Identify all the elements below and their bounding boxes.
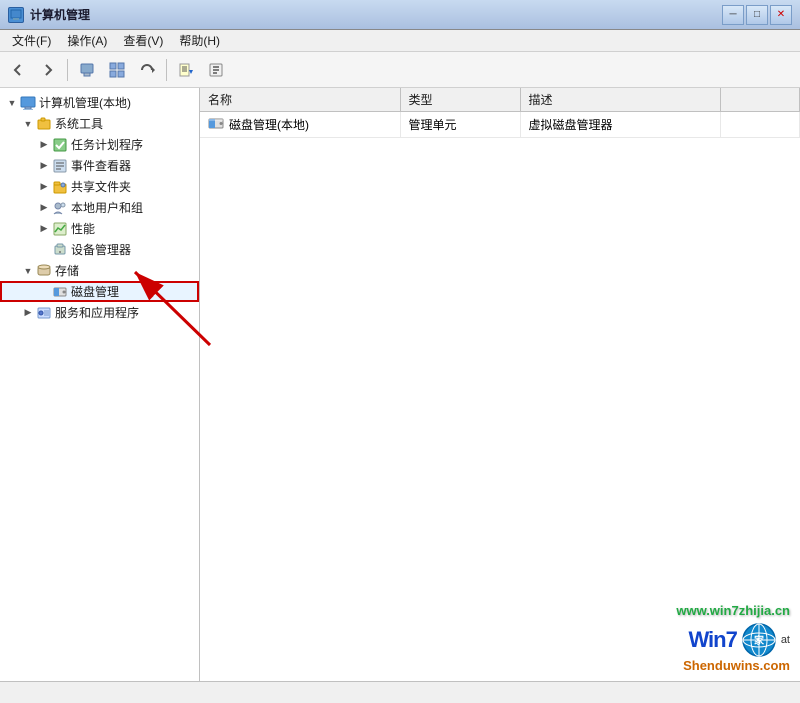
systemtools-label: 系统工具 [55,115,103,132]
window-title: 计算机管理 [30,6,90,23]
event-icon [52,158,68,174]
col-name: 名称 [200,88,400,112]
col-desc: 描述 [520,88,720,112]
cell-desc: 虚拟磁盘管理器 [520,112,720,138]
tree-node-performance[interactable]: ▶ 性能 [0,218,199,239]
tree-node-services[interactable]: ▶ 服务和应用程序 [0,302,199,323]
cell-name: 磁盘管理(本地) [200,112,400,138]
computer-icon [20,95,36,111]
expand-users[interactable]: ▶ [36,200,52,216]
expand-systemtools[interactable]: ▼ [20,116,36,132]
menu-bar: 文件(F) 操作(A) 查看(V) 帮助(H) [0,30,800,52]
diskmgmt-label: 磁盘管理 [71,283,119,300]
menu-help[interactable]: 帮助(H) [171,30,228,51]
close-button[interactable]: ✕ [770,5,792,25]
tree-node-diskmgmt[interactable]: 磁盘管理 [0,281,199,302]
expand-services[interactable]: ▶ [20,305,36,321]
toolbar [0,52,800,88]
toolbar-separator-1 [67,59,68,81]
app-icon [8,7,24,23]
tree-node-devicemanager[interactable]: 设备管理器 [0,239,199,260]
detail-table: 名称 类型 描述 [200,88,800,138]
storage-icon [36,263,52,279]
col-extra [720,88,800,112]
forward-button[interactable] [34,56,62,84]
tools-icon [36,116,52,132]
status-bar [0,681,800,703]
task-icon [52,137,68,153]
storage-label: 存储 [55,262,79,279]
maximize-button[interactable]: □ [746,5,768,25]
row-disk-icon [208,117,224,133]
perf-icon [52,221,68,237]
disk-mgmt-icon [52,284,68,300]
refresh-button[interactable] [133,56,161,84]
tree-node-sharedfolder[interactable]: ▶ 共享文件夹 [0,176,199,197]
table-header-row: 名称 类型 描述 [200,88,800,112]
tree-node-storage[interactable]: ▼ 存储 [0,260,199,281]
cell-type: 管理单元 [400,112,520,138]
properties-button[interactable] [202,56,230,84]
taskscheduler-label: 任务计划程序 [71,136,143,153]
tree-node-root[interactable]: ▼ 计算机管理(本地) [0,92,199,113]
row-name-text: 磁盘管理(本地) [229,116,309,133]
sharedfolder-label: 共享文件夹 [71,178,131,195]
tree-node-taskscheduler[interactable]: ▶ 任务计划程序 [0,134,199,155]
service-icon [36,305,52,321]
detail-panel: 名称 类型 描述 [200,88,800,681]
tree-node-localusers[interactable]: ▶ 本地用户和组 [0,197,199,218]
show-hide-button[interactable] [103,56,131,84]
share-icon [52,179,68,195]
main-container: ▼ 计算机管理(本地) ▼ [0,88,800,681]
device-icon [52,242,68,258]
expand-task[interactable]: ▶ [36,137,52,153]
root-label: 计算机管理(本地) [39,94,131,111]
menu-view[interactable]: 查看(V) [115,30,171,51]
up-button[interactable] [73,56,101,84]
cell-extra [720,112,800,138]
expand-root[interactable]: ▼ [4,95,20,111]
devicemanager-label: 设备管理器 [71,241,131,258]
expand-perf[interactable]: ▶ [36,221,52,237]
col-type: 类型 [400,88,520,112]
minimize-button[interactable]: ─ [722,5,744,25]
expand-event[interactable]: ▶ [36,158,52,174]
eventviewer-label: 事件查看器 [71,157,131,174]
tree-node-systemtools[interactable]: ▼ 系统工具 [0,113,199,134]
tree-node-eventviewer[interactable]: ▶ 事件查看器 [0,155,199,176]
tree-root: ▼ 计算机管理(本地) ▼ [0,88,199,327]
services-label: 服务和应用程序 [55,304,139,321]
window-controls: ─ □ ✕ [722,5,792,25]
expand-storage[interactable]: ▼ [20,263,36,279]
toolbar-separator-2 [166,59,167,81]
performance-label: 性能 [71,220,95,237]
localusers-label: 本地用户和组 [71,199,143,216]
expand-share[interactable]: ▶ [36,179,52,195]
back-button[interactable] [4,56,32,84]
users-icon [52,200,68,216]
tree-panel: ▼ 计算机管理(本地) ▼ [0,88,200,681]
table-row[interactable]: 磁盘管理(本地) 管理单元 虚拟磁盘管理器 [200,112,800,138]
menu-file[interactable]: 文件(F) [4,30,59,51]
menu-action[interactable]: 操作(A) [59,30,115,51]
title-bar: 计算机管理 ─ □ ✕ [0,0,800,30]
export-button[interactable] [172,56,200,84]
